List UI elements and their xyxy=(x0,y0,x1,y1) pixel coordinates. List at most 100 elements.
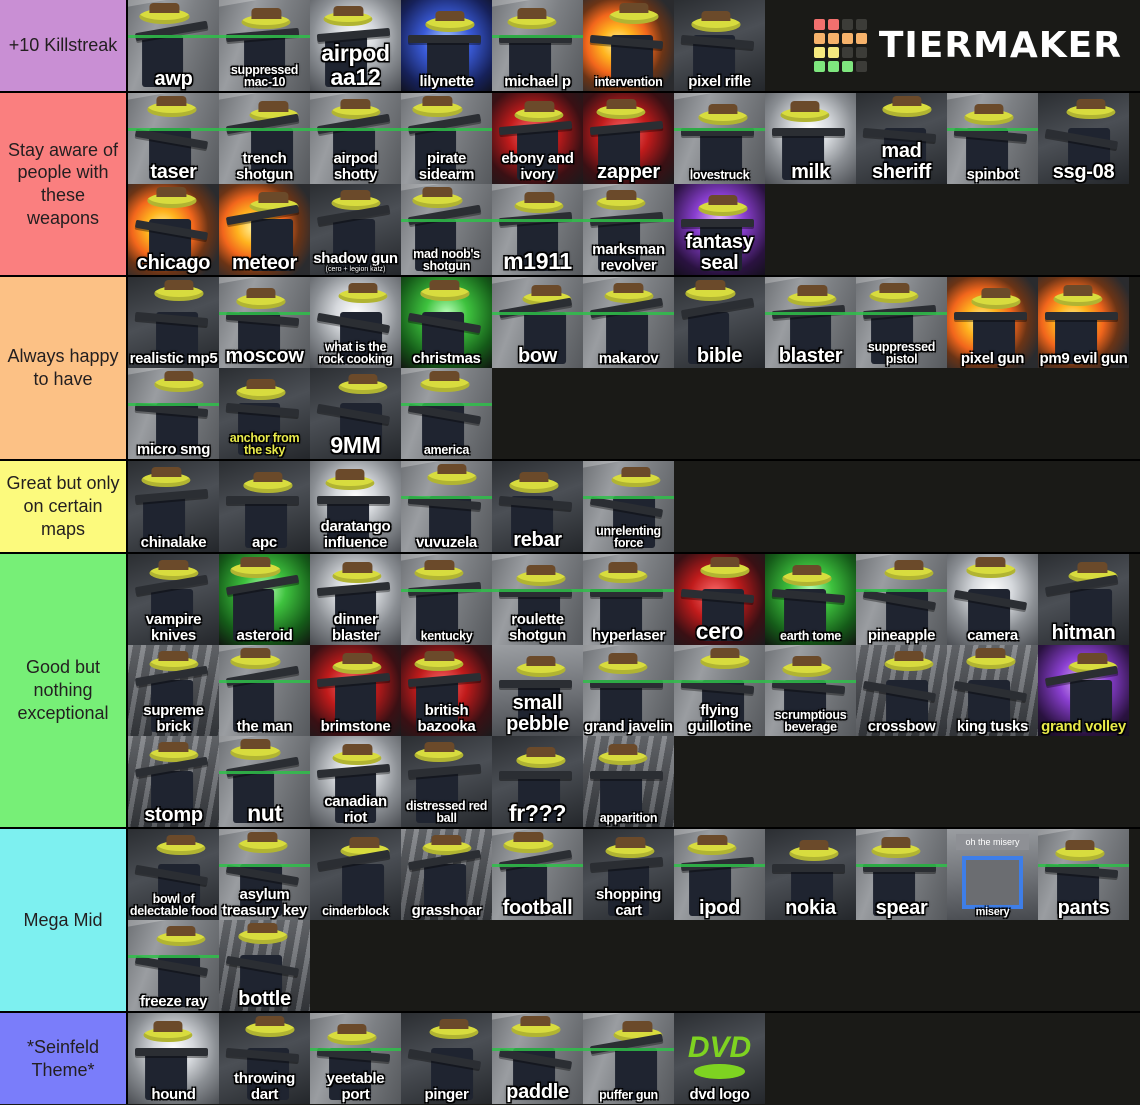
tier-item[interactable]: king tusks xyxy=(947,645,1038,736)
tier-item[interactable]: canadian riot xyxy=(310,736,401,827)
tier-item[interactable]: realistic mp5 xyxy=(128,277,219,368)
tier-item[interactable]: intervention xyxy=(583,0,674,91)
tier-item[interactable]: hyperlaser xyxy=(583,554,674,645)
tier-item[interactable]: marksman revolver xyxy=(583,184,674,275)
tier-item[interactable]: hound xyxy=(128,1013,219,1104)
tier-item[interactable]: pineapple xyxy=(856,554,947,645)
tier-item[interactable]: blaster xyxy=(765,277,856,368)
tier-item[interactable]: rebar xyxy=(492,461,583,552)
tier-item[interactable]: pirate sidearm xyxy=(401,93,492,184)
tier-item[interactable]: unrelenting force xyxy=(583,461,674,552)
tier-item[interactable]: scrumptious beverage xyxy=(765,645,856,736)
tier-item[interactable]: micro smg xyxy=(128,368,219,459)
tier-item[interactable]: grand javelin xyxy=(583,645,674,736)
tier-item[interactable]: earth tome xyxy=(765,554,856,645)
tier-item[interactable]: christmas xyxy=(401,277,492,368)
tier-item[interactable]: makarov xyxy=(583,277,674,368)
tier-label[interactable]: *Seinfeld Theme* xyxy=(0,1013,128,1104)
tier-label[interactable]: Good but nothing exceptional xyxy=(0,554,128,827)
tier-item[interactable]: cinderblock xyxy=(310,829,401,920)
tier-item[interactable]: spear xyxy=(856,829,947,920)
tier-item[interactable]: throwing dart xyxy=(219,1013,310,1104)
tier-items-container[interactable]: bowl of delectable food asylum treasury k… xyxy=(128,829,1140,1011)
tier-item[interactable]: puffer gun xyxy=(583,1013,674,1104)
tier-item[interactable]: grasshoar xyxy=(401,829,492,920)
tier-item[interactable]: airpod shotty xyxy=(310,93,401,184)
tier-items-container[interactable]: taser trench shotgun airpod shotty pirate s… xyxy=(128,93,1140,275)
tier-item[interactable]: vuvuzela xyxy=(401,461,492,552)
tier-item[interactable]: awp xyxy=(128,0,219,91)
tier-item[interactable]: yeetable port xyxy=(310,1013,401,1104)
tier-item[interactable]: asylum treasury key xyxy=(219,829,310,920)
tier-label[interactable]: Always happy to have xyxy=(0,277,128,459)
tier-item[interactable]: zapper xyxy=(583,93,674,184)
tier-label[interactable]: Stay aware of people with these weapons xyxy=(0,93,128,275)
tier-item[interactable]: bow xyxy=(492,277,583,368)
tier-item[interactable]: british bazooka xyxy=(401,645,492,736)
tier-item[interactable]: lovestruck xyxy=(674,93,765,184)
tier-label[interactable]: +10 Killstreak xyxy=(0,0,128,91)
tier-item[interactable]: taser xyxy=(128,93,219,184)
tier-item[interactable]: america xyxy=(401,368,492,459)
tier-item[interactable]: michael p xyxy=(492,0,583,91)
tier-item[interactable]: oh the misery misery xyxy=(947,829,1038,920)
tier-item[interactable]: ipod xyxy=(674,829,765,920)
tier-item[interactable]: the man xyxy=(219,645,310,736)
tier-item[interactable]: ebony and ivory xyxy=(492,93,583,184)
tier-item[interactable]: chinalake xyxy=(128,461,219,552)
tier-item[interactable]: apc xyxy=(219,461,310,552)
tier-item[interactable]: paddle xyxy=(492,1013,583,1104)
tier-item[interactable]: suppressed pistol xyxy=(856,277,947,368)
tiermaker-logo[interactable]: TIERMAKER xyxy=(813,19,1122,72)
tier-item[interactable]: pm9 evil gun xyxy=(1038,277,1129,368)
tier-item[interactable]: suppressed mac-10 xyxy=(219,0,310,91)
tier-item[interactable]: mad sheriff xyxy=(856,93,947,184)
tier-item[interactable]: kentucky xyxy=(401,554,492,645)
tier-item[interactable]: meteor xyxy=(219,184,310,275)
tier-item[interactable]: daratango influence xyxy=(310,461,401,552)
tier-item[interactable]: airpod aa12 xyxy=(310,0,401,91)
tier-item[interactable]: grand volley xyxy=(1038,645,1129,736)
tier-items-container[interactable]: vampire knives asteroid dinner blaster kent… xyxy=(128,554,1140,827)
tier-item[interactable]: vampire knives xyxy=(128,554,219,645)
tier-item[interactable]: crossbow xyxy=(856,645,947,736)
tier-item[interactable]: bowl of delectable food xyxy=(128,829,219,920)
tier-item[interactable]: pixel gun xyxy=(947,277,1038,368)
tier-item[interactable]: fantasy seal xyxy=(674,184,765,275)
tier-item[interactable]: fr??? xyxy=(492,736,583,827)
tier-item[interactable]: brimstone xyxy=(310,645,401,736)
tier-item[interactable]: mad noob's shotgun xyxy=(401,184,492,275)
tier-item[interactable]: asteroid xyxy=(219,554,310,645)
tier-item[interactable]: football xyxy=(492,829,583,920)
tier-item[interactable]: ssg-08 xyxy=(1038,93,1129,184)
tier-item[interactable]: bible xyxy=(674,277,765,368)
tier-item[interactable]: pinger xyxy=(401,1013,492,1104)
tier-items-container[interactable]: realistic mp5 moscow what is the rock cook… xyxy=(128,277,1140,459)
tier-item[interactable]: nut xyxy=(219,736,310,827)
tier-item[interactable]: pants xyxy=(1038,829,1129,920)
tier-item[interactable]: m1911 xyxy=(492,184,583,275)
tier-item[interactable]: distressed red ball xyxy=(401,736,492,827)
tier-item[interactable]: milk xyxy=(765,93,856,184)
tier-item[interactable]: shadow gun (cero + legion katz) xyxy=(310,184,401,275)
tier-item[interactable]: hitman xyxy=(1038,554,1129,645)
tier-item[interactable]: apparition xyxy=(583,736,674,827)
tier-item[interactable]: anchor from the sky xyxy=(219,368,310,459)
tier-item[interactable]: spinbot xyxy=(947,93,1038,184)
tier-item[interactable]: 9MM xyxy=(310,368,401,459)
tier-item[interactable]: trench shotgun xyxy=(219,93,310,184)
tier-item[interactable]: cero xyxy=(674,554,765,645)
tier-item[interactable]: small pebble xyxy=(492,645,583,736)
tier-label[interactable]: Mega Mid xyxy=(0,829,128,1011)
tier-item[interactable]: stomp xyxy=(128,736,219,827)
tier-item[interactable]: dinner blaster xyxy=(310,554,401,645)
tier-item[interactable]: DVD dvd logo xyxy=(674,1013,765,1104)
tier-item[interactable]: moscow xyxy=(219,277,310,368)
tier-item[interactable]: camera xyxy=(947,554,1038,645)
tier-item[interactable]: lilynette xyxy=(401,0,492,91)
tier-items-container[interactable]: awp suppressed mac-10 airpod aa12 lilynette… xyxy=(128,0,765,91)
tier-label[interactable]: Great but only on certain maps xyxy=(0,461,128,552)
tier-item[interactable]: what is the rock cooking xyxy=(310,277,401,368)
tier-items-container[interactable]: chinalake apc daratango influence vuvuzela r… xyxy=(128,461,1140,552)
tier-item[interactable]: shopping cart xyxy=(583,829,674,920)
